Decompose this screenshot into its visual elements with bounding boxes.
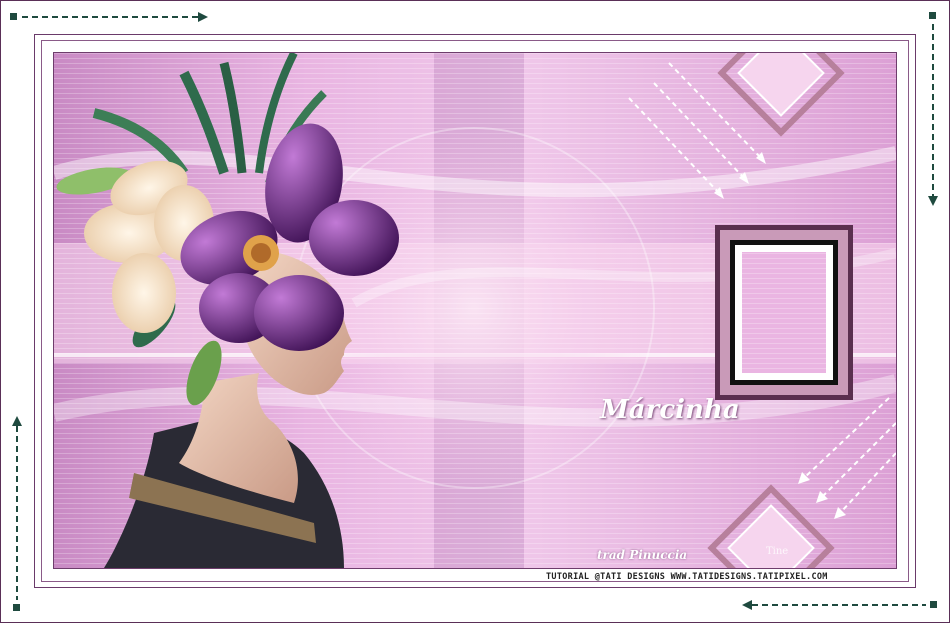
- credit-text: trad Pinuccia: [597, 548, 688, 562]
- artwork-background: [54, 53, 896, 568]
- arrow-down-icon: [928, 12, 938, 206]
- arrow-up-icon: [12, 416, 22, 611]
- artwork: [53, 52, 897, 569]
- stage: Márcinha trad Pinuccia TUTORIAL @TATI DE…: [0, 0, 950, 623]
- name-title: Márcinha: [600, 395, 740, 425]
- signature-watermark: Tine: [766, 546, 789, 557]
- arrow-left-icon: [742, 600, 937, 610]
- tutorial-credit: TUTORIAL @TATI DESIGNS WWW.TATIDESIGNS.T…: [546, 572, 828, 582]
- arrow-right-icon: [10, 12, 208, 22]
- picture-frame: [715, 225, 853, 400]
